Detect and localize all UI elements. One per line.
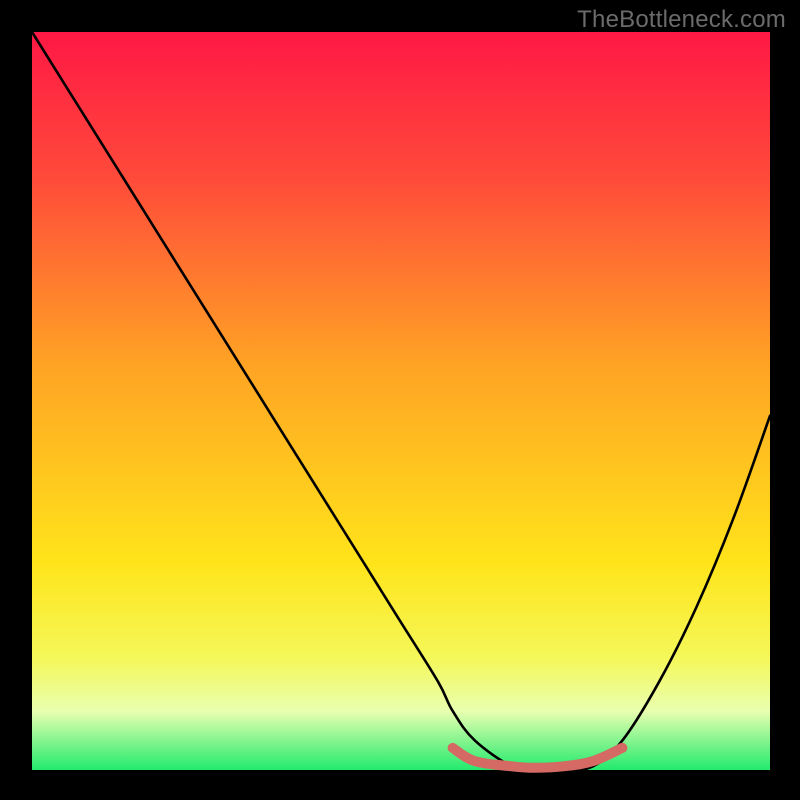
watermark-text: TheBottleneck.com	[577, 6, 786, 34]
bottleneck-chart	[0, 0, 800, 800]
chart-stage: TheBottleneck.com	[0, 0, 800, 800]
gradient-background	[32, 32, 770, 770]
